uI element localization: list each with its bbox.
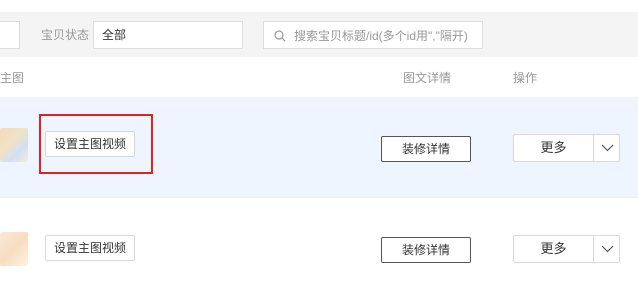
chevron-down-icon [601,245,614,253]
more-dropdown-toggle[interactable] [593,235,620,263]
status-filter-label: 宝贝状态 [41,28,90,42]
product-thumbnail[interactable] [0,128,28,162]
decorate-detail-button[interactable]: 装修详情 [381,136,471,162]
column-header-action: 操作 [513,71,538,85]
filter-bar: 宝贝状态 全部 搜索宝贝标题/id(多个id用","隔开) [0,12,638,57]
more-button[interactable]: 更多 [513,134,594,162]
search-input[interactable]: 搜索宝贝标题/id(多个id用","隔开) [263,21,483,49]
more-dropdown-toggle[interactable] [593,134,620,162]
search-placeholder: 搜索宝贝标题/id(多个id用","隔开) [294,29,468,43]
more-dropdown: 更多 [513,235,620,263]
search-icon [274,30,286,42]
decorate-detail-button[interactable]: 装修详情 [381,237,471,263]
column-header-main-image: 主图 [0,71,25,85]
more-button[interactable]: 更多 [513,235,594,263]
status-filter-select[interactable]: 全部 [93,21,243,49]
set-main-video-button[interactable]: 设置主图视频 [45,235,135,261]
chevron-down-icon [601,144,614,152]
more-dropdown: 更多 [513,134,620,162]
column-header-detail: 图文详情 [403,71,452,85]
filter-input-truncated[interactable] [0,21,20,49]
highlight-box [39,114,153,174]
product-thumbnail[interactable] [0,232,28,266]
